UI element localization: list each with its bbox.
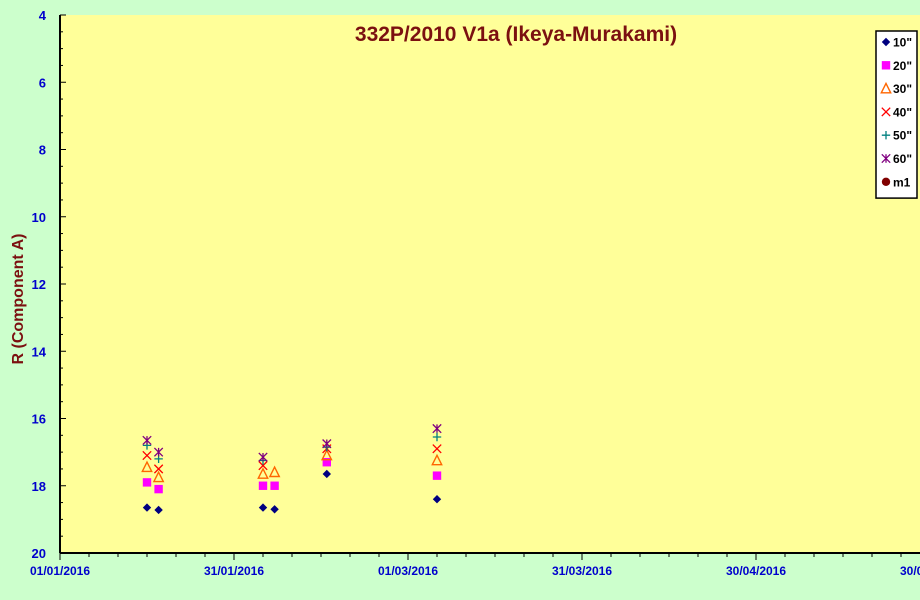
legend-label-5: 50": [893, 129, 912, 143]
legend-label-6: 60": [893, 152, 912, 166]
x-tick-label: 01/03/2016: [378, 564, 438, 578]
y-tick-label: 12: [32, 277, 46, 292]
legend-label-3: 30": [893, 82, 912, 96]
legend-marker-2: [881, 61, 891, 70]
data-point-series-2: [270, 481, 279, 490]
data-point-series-2: [432, 471, 442, 480]
y-tick-label: 20: [32, 546, 46, 561]
legend-label-4: 40": [893, 105, 912, 119]
y-tick-label: 14: [32, 344, 47, 359]
legend-label-1: 10": [893, 36, 912, 50]
legend: 10" 20" 30" 40" 50" 60" m1: [875, 30, 918, 199]
data-point-series-2: [258, 481, 268, 490]
data-point-series-2: [154, 484, 163, 494]
x-tick-label: 31/01/2016: [204, 564, 264, 578]
y-tick-label: 16: [32, 412, 46, 427]
legend-label-2: 20": [893, 59, 912, 73]
y-tick-label: 4: [39, 8, 47, 23]
x-tick-label: 30/04/2016: [726, 564, 786, 578]
y-axis-label: R (Component A): [10, 233, 27, 365]
legend-label-7: m1: [893, 175, 911, 189]
x-tick-label: 31/03/2016: [552, 564, 612, 578]
chart-title: 332P/2010 V1a (Ikeya-Murakami): [355, 23, 677, 46]
y-tick-label: 6: [39, 75, 46, 90]
y-tick-label: 8: [39, 143, 46, 158]
chart: 332P/2010 V1a (Ikeya-Murakami) 4 6 8 10 12 14…: [30, 8, 920, 578]
plot-area: [60, 15, 920, 553]
y-tick-label: 18: [32, 479, 46, 494]
y-tick-label: 10: [32, 210, 46, 225]
data-point-series-2: [142, 478, 152, 487]
legend-marker-7: [881, 177, 891, 186]
x-tick-label: 01/01/2016: [30, 564, 90, 578]
x-tick-label: 30/05/2016: [900, 564, 920, 578]
